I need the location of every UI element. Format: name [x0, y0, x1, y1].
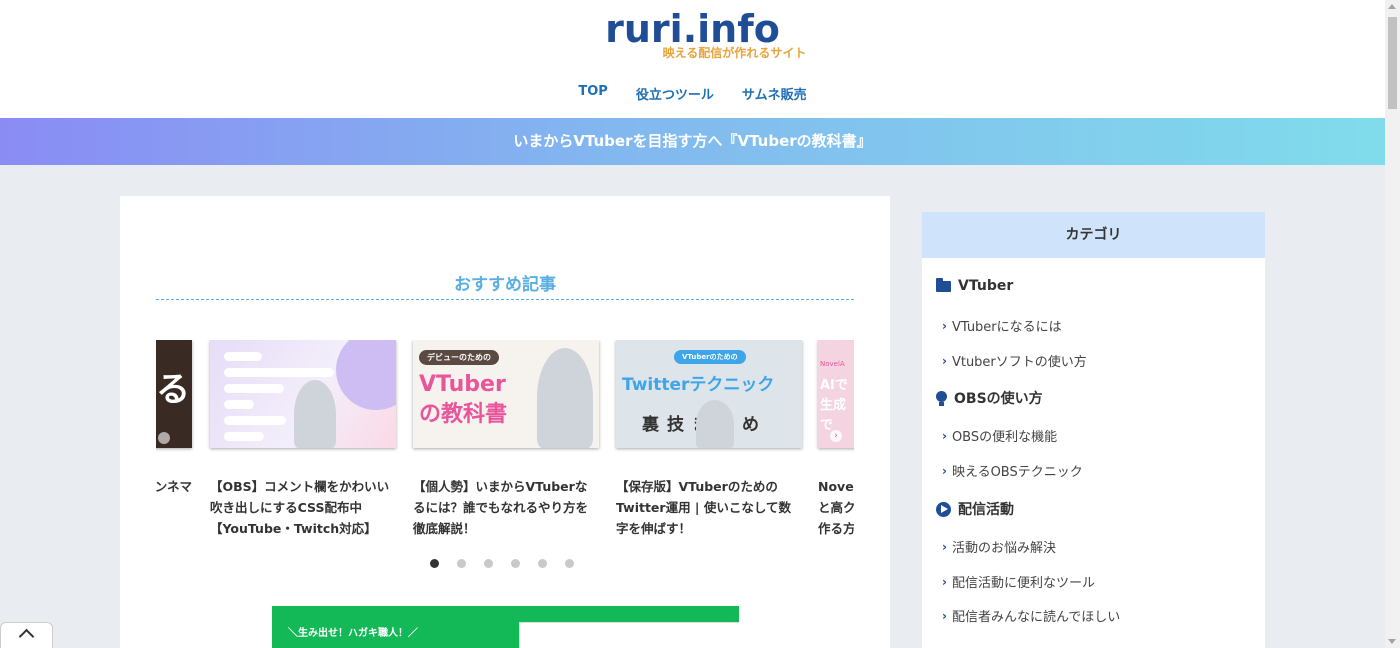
thumb-text: VTuberの教科書 — [419, 372, 508, 427]
carousel-card[interactable]: NovelA AIで 生成で › Novel と高ク 作る方 — [818, 340, 854, 539]
carousel-card[interactable]: デビューのための VTuberの教科書 【個人勢】いまからVTuberなるには？… — [413, 340, 599, 539]
promo-image — [519, 622, 739, 648]
card-thumbnail[interactable] — [210, 340, 396, 448]
category-item[interactable]: › VTuberになるには — [942, 316, 1062, 336]
thumb-text: Twitterテクニック — [622, 375, 775, 395]
card-title[interactable]: 【個人勢】いまからVTuberなるには？誰でもなれるやり方を徹底解説！ — [413, 476, 599, 539]
thumb-badge: デビューのための — [419, 350, 499, 365]
site-logo[interactable]: ruri.info 映える配信が作れるサイト — [0, 6, 1385, 60]
category-item[interactable]: › 配信者みんなに読んでほしい — [942, 606, 1120, 626]
recommended-carousel: る ンネマ 【OBS】コメント欄をかわいい吹き出しにするCSS配布中【YouTu… — [156, 340, 854, 540]
carousel-dot[interactable] — [430, 559, 439, 568]
carousel-card[interactable]: る ンネマ — [156, 340, 192, 497]
thumb-bubble — [224, 368, 334, 377]
carousel-dot[interactable] — [511, 559, 520, 568]
back-to-top-button[interactable] — [0, 622, 53, 648]
nav-tools[interactable]: 役立つツール — [636, 84, 714, 103]
chevron-up-icon — [18, 628, 35, 645]
character-illustration — [537, 348, 593, 448]
logo-tagline: 映える配信が作れるサイト — [662, 46, 807, 60]
chevron-right-icon: › — [942, 353, 947, 368]
thumb-badge: NovelA — [820, 360, 845, 368]
character-illustration — [294, 380, 336, 448]
carousel-dot[interactable] — [457, 559, 466, 568]
thumb-bubble — [224, 352, 262, 361]
chevron-right-icon: › — [942, 428, 947, 443]
category-label[interactable]: VTuber — [958, 278, 1013, 294]
main-content: おすすめ記事 る ンネマ 【OBS】コメント欄をかわいい吹き出しにするCSS配布… — [120, 196, 890, 648]
category-vtuber[interactable]: VTuber — [936, 277, 1013, 294]
scrollbar-thumb[interactable] — [1388, 17, 1397, 109]
category-item-label[interactable]: 配信活動に便利なツール — [952, 572, 1095, 591]
sidebar-heading: カテゴリ — [922, 212, 1265, 258]
global-nav: TOP 役立つツール サムネ販売 — [0, 84, 1385, 103]
carousel-card[interactable]: VTuberのための Twitterテクニック 裏技まとめ 【保存版】VTube… — [616, 340, 802, 539]
category-item-label[interactable]: 活動のお悩み解決 — [952, 537, 1056, 556]
chevron-right-icon: › — [942, 574, 947, 589]
thumb-bubble — [224, 416, 286, 425]
chevron-right-icon: › — [942, 318, 947, 333]
carousel-next-arrow[interactable]: › — [830, 430, 842, 442]
card-title[interactable]: ンネマ — [156, 476, 192, 497]
chevron-right-icon: › — [942, 463, 947, 478]
scroll-up-arrow[interactable] — [1388, 4, 1396, 9]
category-label[interactable]: OBSの使い方 — [954, 388, 1043, 408]
card-thumbnail[interactable]: デビューのための VTuberの教科書 — [413, 340, 599, 448]
sidebar: カテゴリ VTuber › VTuberになるには › Vtuberソフトの使い… — [922, 212, 1265, 648]
category-item-label[interactable]: OBSの便利な機能 — [952, 426, 1057, 445]
card-title[interactable]: 【保存版】VTuberのためのTwitter運用 | 使いこなして数字を伸ばす！ — [616, 476, 802, 539]
category-item[interactable]: › Vtuberソフトの使い方 — [942, 351, 1087, 371]
carousel-prev-arrow[interactable] — [158, 432, 170, 444]
carousel-dot[interactable] — [538, 559, 547, 568]
card-title[interactable]: Novel と高ク 作る方 — [818, 476, 854, 539]
lightbulb-icon — [936, 390, 947, 406]
category-item-label[interactable]: 配信者みんなに読んでほしい — [952, 606, 1120, 625]
play-circle-icon — [936, 501, 951, 517]
nav-thumbnail-sales[interactable]: サムネ販売 — [742, 84, 807, 103]
category-label[interactable]: 配信活動 — [958, 499, 1014, 519]
section-title: おすすめ記事 — [156, 270, 854, 300]
carousel-dot[interactable] — [484, 559, 493, 568]
card-thumbnail[interactable]: る — [156, 340, 192, 448]
thumb-bubble — [224, 400, 254, 409]
decor-circle — [336, 340, 396, 410]
site-header: ruri.info 映える配信が作れるサイト TOP 役立つツール サムネ販売 — [0, 0, 1385, 118]
carousel-card[interactable]: 【OBS】コメント欄をかわいい吹き出しにするCSS配布中【YouTube・Twi… — [210, 340, 396, 539]
thumb-text: る — [156, 370, 190, 410]
category-item[interactable]: › 活動のお悩み解決 — [942, 537, 1056, 557]
carousel-dots — [430, 559, 574, 568]
category-item-label[interactable]: VTuberになるには — [952, 316, 1062, 335]
promo-text: ＼生み出せ！ハガキ職人！／ — [288, 628, 418, 639]
scroll-down-arrow[interactable] — [1388, 639, 1396, 644]
promo-banner[interactable]: ＼生み出せ！ハガキ職人！／ — [272, 606, 739, 648]
card-title[interactable]: 【OBS】コメント欄をかわいい吹き出しにするCSS配布中【YouTube・Twi… — [210, 476, 396, 539]
character-illustration — [696, 400, 734, 448]
category-item-label[interactable]: Vtuberソフトの使い方 — [952, 351, 1087, 370]
carousel-dot[interactable] — [565, 559, 574, 568]
thumb-bubble — [224, 432, 264, 441]
category-item[interactable]: › OBSの便利な機能 — [942, 426, 1057, 446]
chevron-right-icon: › — [942, 539, 947, 554]
category-item[interactable]: › 配信活動に便利なツール — [942, 572, 1095, 592]
thumb-bubble — [224, 384, 284, 393]
vertical-scrollbar[interactable] — [1385, 0, 1400, 648]
nav-top[interactable]: TOP — [578, 84, 607, 103]
header-banner[interactable]: いまからVTuberを目指す方へ『VTuberの教科書』 — [0, 118, 1385, 165]
folder-icon — [936, 277, 951, 292]
category-item[interactable]: › 映えるOBSテクニック — [942, 461, 1083, 481]
card-thumbnail[interactable]: VTuberのための Twitterテクニック 裏技まとめ — [616, 340, 802, 448]
thumb-badge: VTuberのための — [674, 350, 746, 364]
card-thumbnail[interactable]: NovelA AIで 生成で › — [818, 340, 854, 448]
category-obs[interactable]: OBSの使い方 — [936, 388, 1043, 408]
chevron-right-icon: › — [942, 608, 947, 623]
category-streaming[interactable]: 配信活動 — [936, 499, 1014, 519]
thumb-text: AIで 生成で — [820, 378, 848, 433]
category-item-label[interactable]: 映えるOBSテクニック — [952, 461, 1083, 480]
